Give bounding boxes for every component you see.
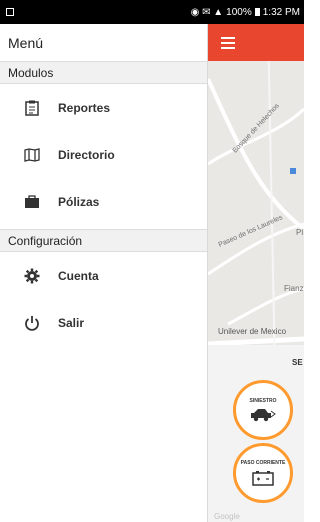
- power-icon: [24, 315, 40, 331]
- menu-item-label: Cuenta: [58, 268, 99, 283]
- navigation-drawer: Menú Modulos Reportes Directorio Pólizas…: [0, 24, 208, 522]
- clock: 1:32 PM: [262, 6, 300, 18]
- drawer-title: Menú: [8, 34, 44, 51]
- menu-item-reportes[interactable]: Reportes: [0, 84, 207, 131]
- battery-text: 100%: [226, 6, 252, 18]
- map-icon: [24, 147, 40, 163]
- gear-icon: [24, 268, 40, 284]
- battery-icon: [254, 8, 260, 16]
- google-logo: Google: [214, 512, 240, 521]
- paso-corriente-label: PASO CORRIENTE: [240, 460, 286, 466]
- menu-item-label: Salir: [58, 315, 85, 330]
- car-crash-icon: [251, 409, 276, 422]
- battery-icon: [252, 471, 274, 486]
- menu-item-polizas[interactable]: Pólizas: [0, 178, 207, 225]
- status-right: ◉ ✉ ▲ 100% 1:32 PM: [191, 7, 300, 18]
- map-label: Fianz: [284, 284, 304, 293]
- map-label: Unilever de Mexico: [218, 327, 287, 336]
- menu-item-salir[interactable]: Salir: [0, 299, 207, 346]
- section-header-configuracion: Configuración: [0, 229, 207, 252]
- signal-icons: ◉ ✉ ▲: [190, 6, 224, 18]
- hamburger-menu-icon[interactable]: [221, 37, 235, 49]
- briefcase-icon: [24, 194, 40, 210]
- menu-item-cuenta[interactable]: Cuenta: [0, 252, 207, 299]
- menu-item-directorio[interactable]: Directorio: [0, 131, 207, 178]
- status-bar: ◉ ✉ ▲ 100% 1:32 PM: [0, 0, 304, 24]
- paso-corriente-button[interactable]: PASO CORRIENTE: [233, 443, 293, 503]
- section-header-modulos: Modulos: [0, 61, 207, 84]
- panel-title: SE: [292, 358, 303, 367]
- siniestro-label: SINIESTRO: [249, 398, 277, 404]
- siniestro-button[interactable]: SINIESTRO: [233, 380, 293, 440]
- menu-item-label: Reportes: [58, 100, 111, 115]
- notification-icon: [6, 8, 14, 16]
- clipboard-icon: [24, 100, 40, 116]
- menu-item-label: Pólizas: [58, 194, 100, 209]
- menu-item-label: Directorio: [58, 147, 115, 162]
- map-label: Pl: [296, 228, 304, 237]
